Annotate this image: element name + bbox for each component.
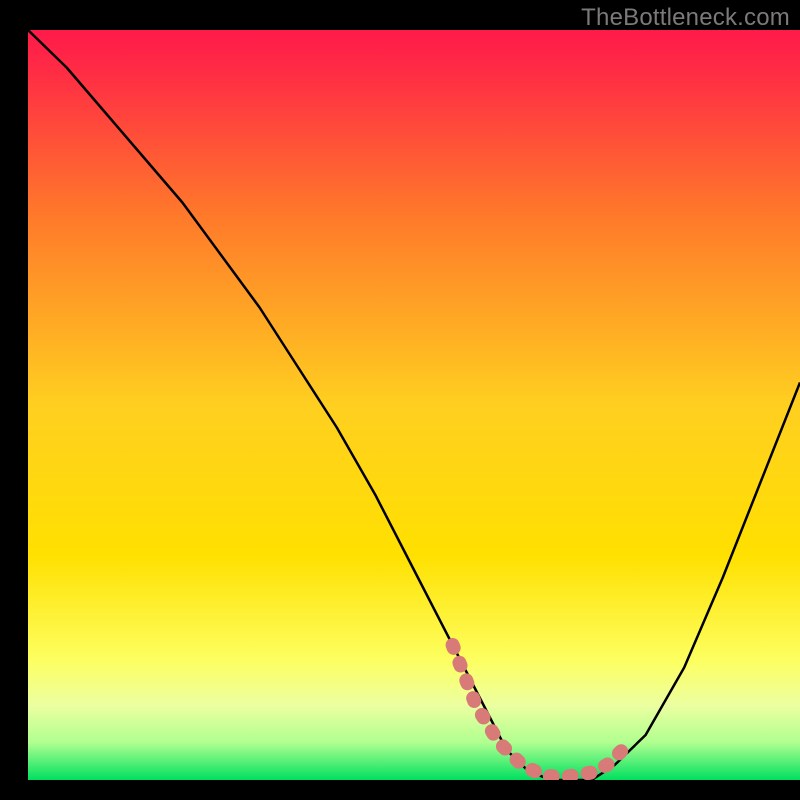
- bottleneck-chart: [0, 0, 800, 800]
- chart-frame: TheBottleneck.com: [0, 0, 800, 800]
- watermark-text: TheBottleneck.com: [581, 4, 790, 32]
